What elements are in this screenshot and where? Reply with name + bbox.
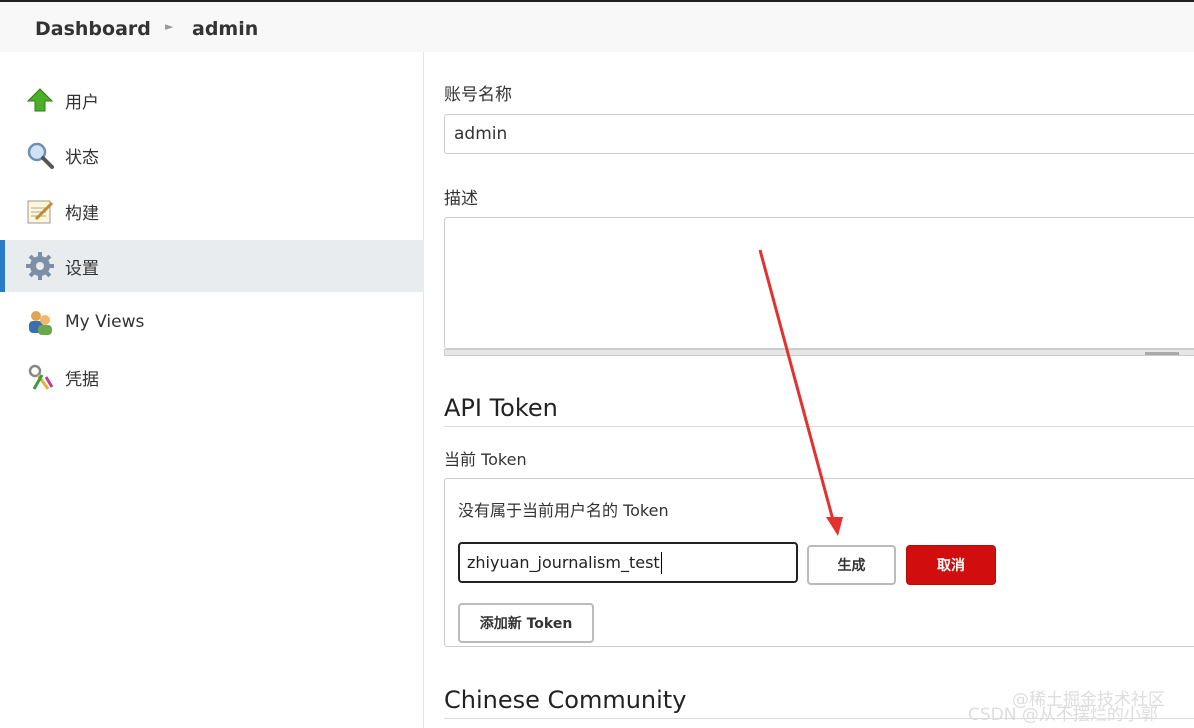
watermark-text: CSDN @从不摆烂的小郭	[968, 705, 1158, 725]
annotation-arrow-icon	[758, 249, 843, 536]
